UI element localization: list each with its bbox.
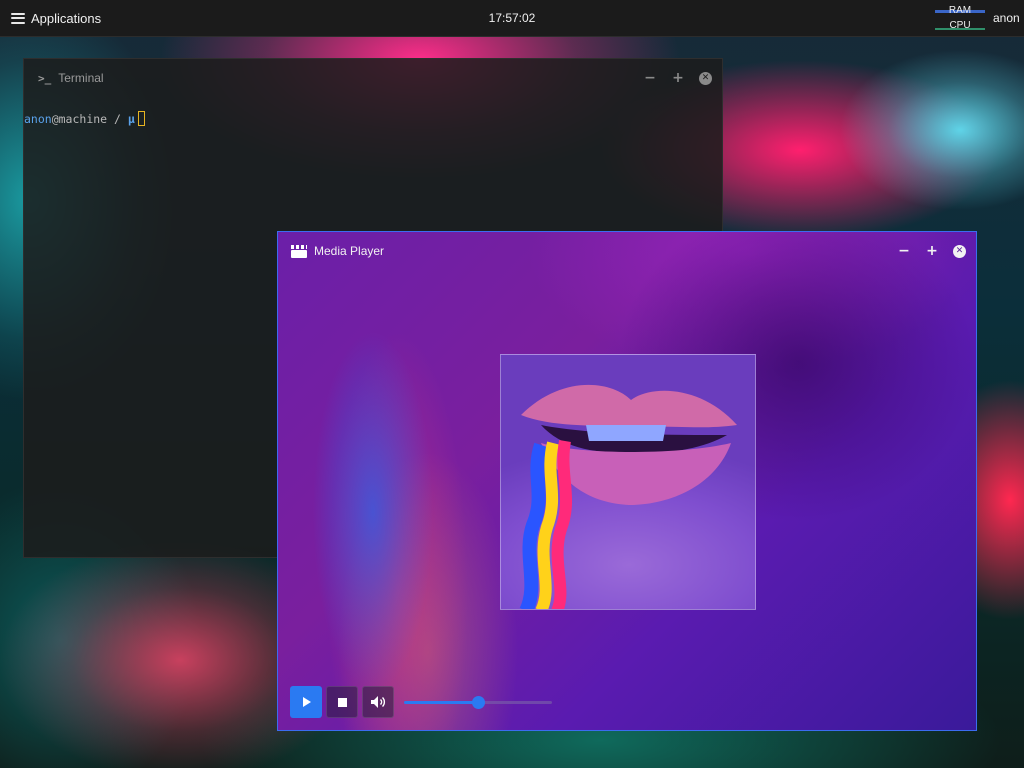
volume-slider-fill — [404, 701, 478, 704]
prompt-path: / — [107, 112, 128, 126]
play-icon — [303, 697, 311, 707]
media-minimize-button[interactable]: − — [897, 244, 911, 258]
terminal-minimize-button[interactable]: − — [643, 71, 657, 85]
speaker-icon — [371, 696, 386, 708]
stop-button[interactable] — [326, 686, 358, 718]
media-player-title: Media Player — [314, 244, 385, 258]
volume-slider[interactable] — [404, 696, 552, 709]
media-player-titlebar[interactable]: Media Player − + ✕ — [278, 232, 976, 270]
clock: 17:57:02 — [488, 11, 536, 25]
terminal-title: Terminal — [58, 71, 104, 85]
media-player-window[interactable]: Media Player − + ✕ — [277, 231, 977, 731]
stop-icon — [337, 697, 347, 707]
terminal-titlebar[interactable]: >_ Terminal − + ✕ — [24, 59, 722, 97]
top-panel: Applications 17:57:02 RAM CPU anon — [0, 0, 1024, 37]
clapperboard-icon — [291, 244, 307, 258]
media-maximize-button[interactable]: + — [925, 244, 939, 258]
prompt-host: @machine — [51, 112, 108, 126]
terminal-maximize-button[interactable]: + — [671, 71, 685, 85]
prompt-symbol: µ — [127, 112, 135, 126]
volume-button[interactable] — [362, 686, 394, 718]
terminal-cursor — [137, 111, 145, 126]
cpu-label: CPU — [949, 20, 971, 31]
media-close-button[interactable]: ✕ — [953, 244, 966, 258]
terminal-icon: >_ — [38, 71, 52, 85]
prompt-user: anon — [24, 112, 52, 126]
system-monitor[interactable]: RAM CPU — [935, 4, 985, 32]
play-button[interactable] — [290, 686, 322, 718]
album-cover-art — [500, 354, 756, 610]
terminal-close-button[interactable]: ✕ — [699, 71, 712, 85]
user-menu[interactable]: anon — [993, 11, 1020, 25]
volume-slider-handle[interactable] — [472, 696, 485, 709]
terminal-body[interactable]: anon@machine / µ — [24, 97, 722, 126]
ram-label: RAM — [948, 5, 972, 16]
